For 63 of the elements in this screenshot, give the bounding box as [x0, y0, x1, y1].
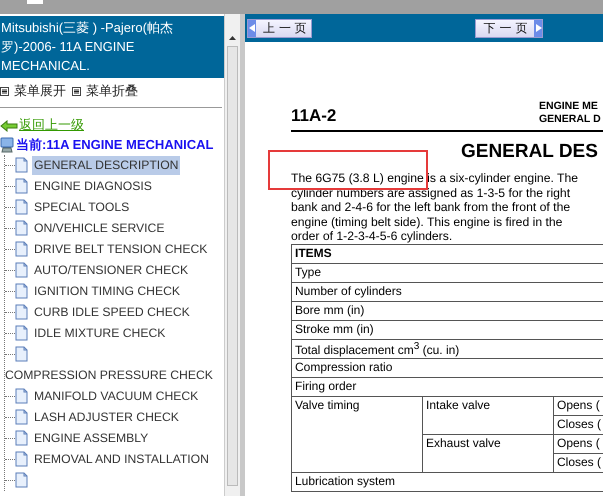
tree-item[interactable]: GENERAL DESCRIPTION	[32, 156, 180, 174]
intro-paragraph: The 6G75 (3.8 L) engine is a six-cylinder engine. The cylinder numbers are assigned as 1-3-5 for the right bank and 2-4-6 for the left bank from the front of the engine (timing belt side). This engine is fired in the order of 1-2-3-4-5-6 cylinders.	[291, 171, 580, 244]
computer-icon	[0, 136, 14, 152]
tree-item[interactable]: SPECIAL TOOLS	[32, 198, 132, 216]
back-link[interactable]: 返回上一级	[0, 117, 84, 134]
up-arrow-icon	[229, 36, 236, 40]
table-cell: Total displacement cm$^{3}$ (cu. in)	[295, 342, 460, 356]
document-icon	[15, 409, 28, 426]
scroll-thumb[interactable]	[227, 46, 238, 486]
menu-toggle-link[interactable]: 菜单折叠	[72, 82, 138, 100]
next-page-button[interactable]: 下 一 页	[474, 18, 544, 38]
previous-page-button[interactable]: 上 一 页	[247, 18, 312, 38]
table-cell: Exhaust valve	[426, 436, 501, 450]
tree-item[interactable]: CURB IDLE SPEED CHECK	[32, 302, 192, 322]
tree-item[interactable]: DRIVE BELT TENSION CHECK	[32, 240, 210, 258]
scrollbar[interactable]	[224, 14, 240, 496]
sidebar-title: Mitsubishi(三菱 ) -Pajero(帕杰罗)-2006- 11A ENGINE MECHANICAL.	[0, 16, 224, 78]
table-cell: Compression ratio	[295, 360, 392, 374]
document-icon	[15, 325, 28, 342]
table-cell: Lubrication system	[295, 474, 396, 488]
tree-item[interactable]: AUTO/TENSIONER CHECK	[32, 260, 190, 280]
tree-item[interactable]: ON/VEHICLE SERVICE	[32, 218, 166, 238]
left-arrow-icon	[0, 120, 18, 132]
tree-item[interactable]: IDLE MIXTURE CHECK	[32, 324, 168, 342]
table-cell: Valve timing	[295, 398, 360, 412]
section-header: ENGINE ME	[539, 100, 599, 113]
document-icon	[15, 451, 28, 468]
table-cell: Opens (	[557, 398, 600, 412]
table-cell: Closes (	[557, 454, 602, 468]
tree-item[interactable]: MANIFOLD VACUUM CHECK	[32, 386, 200, 406]
table-cell: Bore mm (in)	[295, 302, 364, 316]
tree-item[interactable]: COMPRESSION PRESSURE CHECK	[3, 366, 215, 384]
table-cell: Type	[295, 264, 322, 278]
current-node[interactable]: 当前:11A ENGINE MECHANICAL	[0, 134, 224, 154]
table-cell: Intake valve	[426, 398, 490, 412]
document-icon	[15, 262, 28, 278]
tree-item[interactable]: LASH ADJUSTER CHECK	[32, 408, 181, 426]
table-cell: Firing order	[295, 378, 356, 392]
document-icon	[15, 157, 28, 174]
document-icon	[15, 199, 28, 216]
menu-toggle-link[interactable]: 菜单展开	[0, 82, 66, 100]
tree-item[interactable]: REMOVAL AND INSTALLATION	[32, 450, 211, 468]
table-cell: Closes (	[557, 416, 602, 430]
document-icon	[15, 220, 28, 236]
page-number: 11A-2	[291, 106, 338, 126]
tree-item[interactable]: ENGINE ASSEMBLY	[32, 428, 150, 448]
table-cell: Number of cylinders	[295, 284, 402, 298]
table-cell: Stroke mm (in)	[295, 322, 374, 336]
document-icon	[15, 346, 28, 362]
document-icon	[15, 304, 28, 320]
document-icon	[15, 178, 28, 194]
tree-item[interactable]: IGNITION TIMING CHECK	[32, 282, 182, 300]
document-icon	[15, 388, 28, 404]
document-heading: GENERAL DES	[461, 141, 599, 163]
document-icon	[15, 283, 28, 300]
section-header: GENERAL D	[539, 113, 602, 126]
document-icon	[15, 472, 28, 488]
table-cell: ITEMS	[295, 246, 332, 260]
document-icon	[15, 430, 28, 446]
list-icon	[72, 86, 81, 96]
tree-item[interactable]: ENGINE DIAGNOSIS	[32, 176, 154, 196]
table-cell: Opens (	[557, 436, 600, 450]
document-icon	[15, 241, 28, 258]
